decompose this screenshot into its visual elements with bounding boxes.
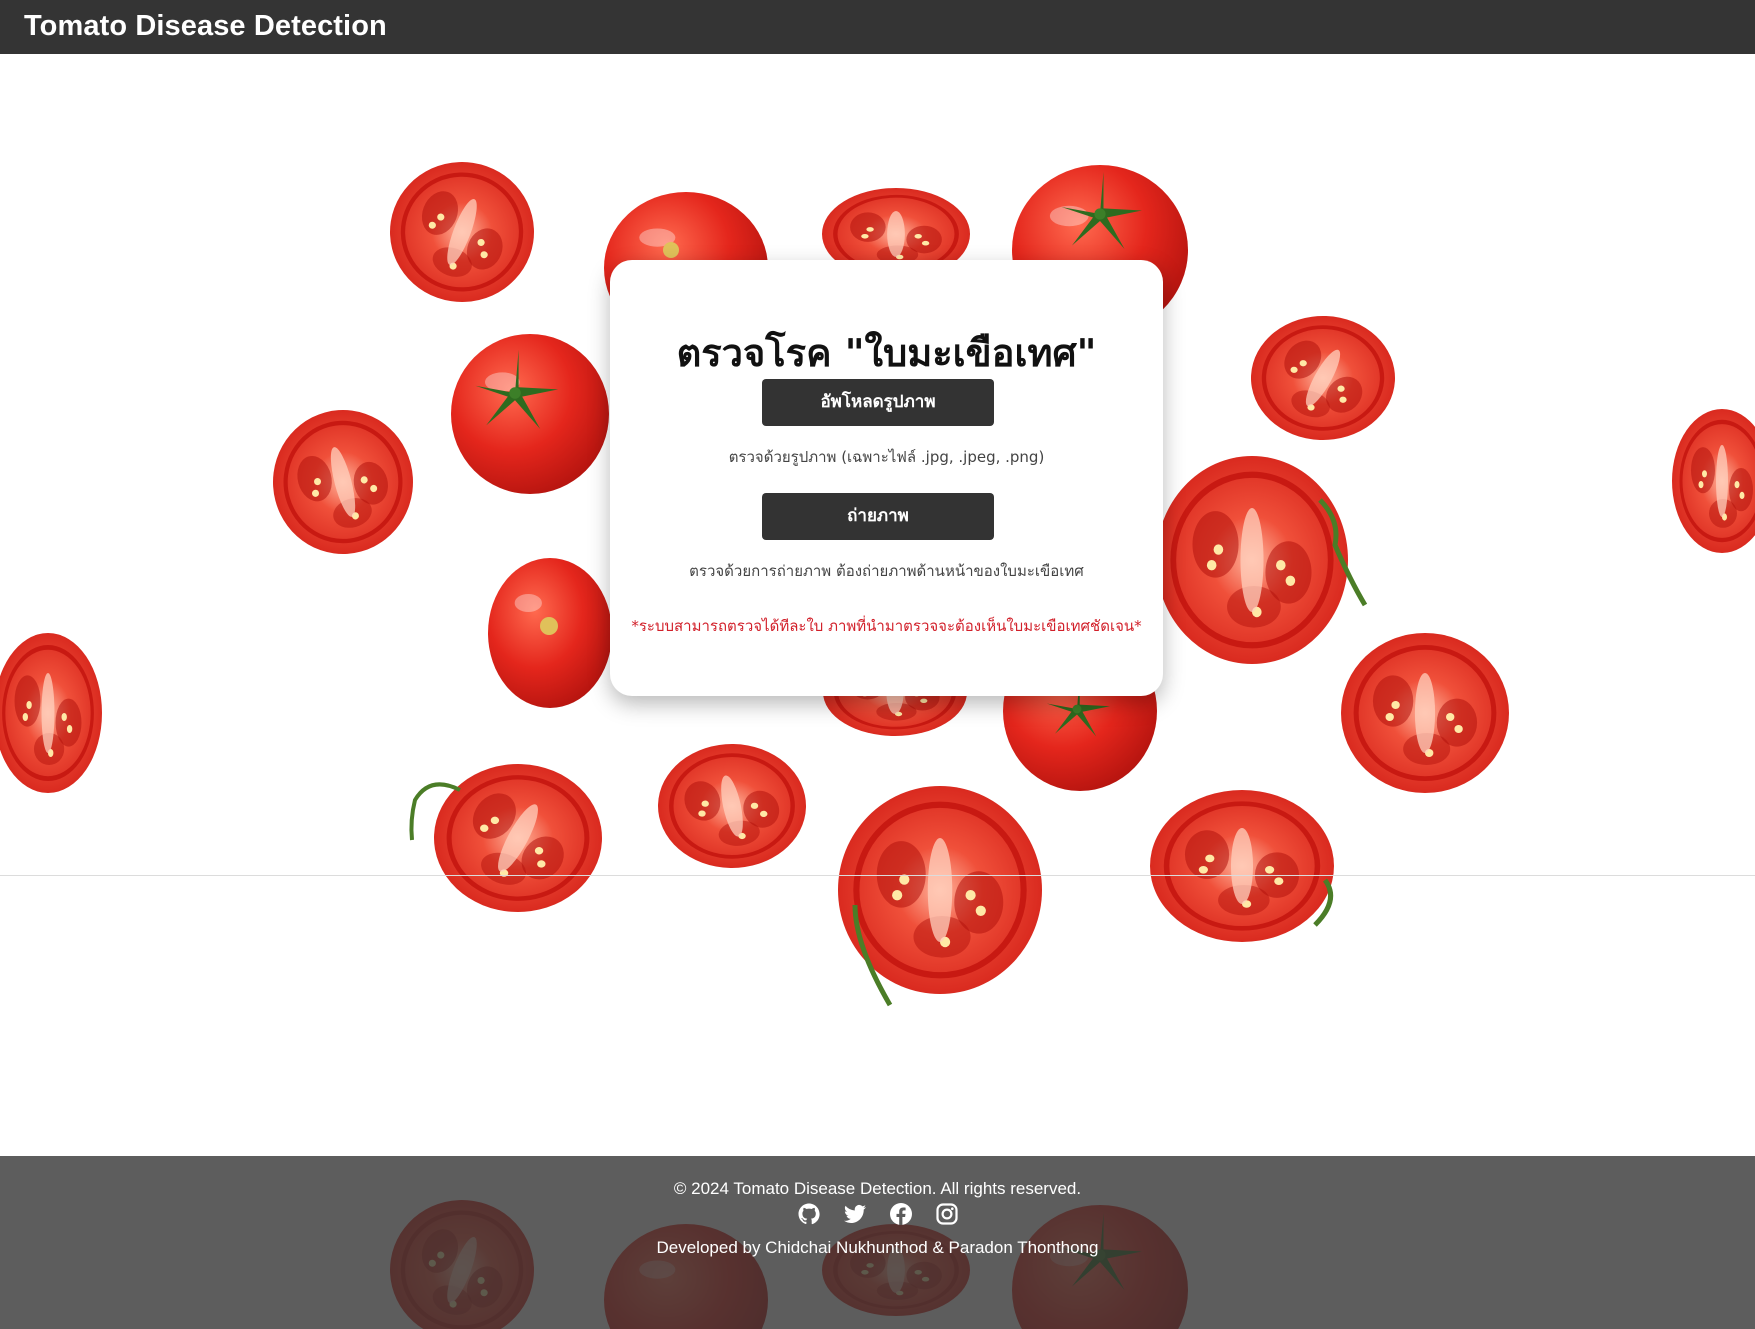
card-title: ตรวจโรค "ใบมะเขือเทศ" — [676, 331, 1097, 375]
twitter-icon[interactable] — [843, 1202, 867, 1226]
detection-card: ตรวจโรค "ใบมะเขือเทศ" อัพโหลดรูปภาพ ตรวจ… — [610, 260, 1163, 696]
social-links — [0, 1202, 1755, 1226]
facebook-icon[interactable] — [889, 1202, 913, 1226]
copyright-text: © 2024 Tomato Disease Detection. All rig… — [673, 1179, 1082, 1198]
footer: © 2024 Tomato Disease Detection. All rig… — [0, 1156, 1755, 1329]
section-divider — [0, 875, 1755, 876]
github-icon[interactable] — [797, 1202, 821, 1226]
brand-title[interactable]: Tomato Disease Detection — [24, 10, 387, 43]
upload-image-button[interactable]: อัพโหลดรูปภาพ — [762, 379, 994, 426]
warning-text: *ระบบสามารถตรวจได้ทีละใบ ภาพที่นำมาตรวจจ… — [631, 617, 1142, 635]
navbar: Tomato Disease Detection — [0, 0, 1755, 54]
developer-credit: Developed by Chidchai Nukhunthod & Parad… — [656, 1238, 1099, 1257]
page: Tomato Disease Detection ตรวจโรค "ใบมะเข… — [0, 0, 1755, 1329]
camera-hint: ตรวจด้วยการถ่ายภาพ ต้องถ่ายภาพด้านหน้าขอ… — [689, 562, 1084, 580]
upload-hint: ตรวจด้วยรูปภาพ (เฉพาะไฟล์ .jpg, .jpeg, .… — [728, 448, 1045, 466]
take-photo-button[interactable]: ถ่ายภาพ — [762, 493, 994, 540]
instagram-icon[interactable] — [935, 1202, 959, 1226]
